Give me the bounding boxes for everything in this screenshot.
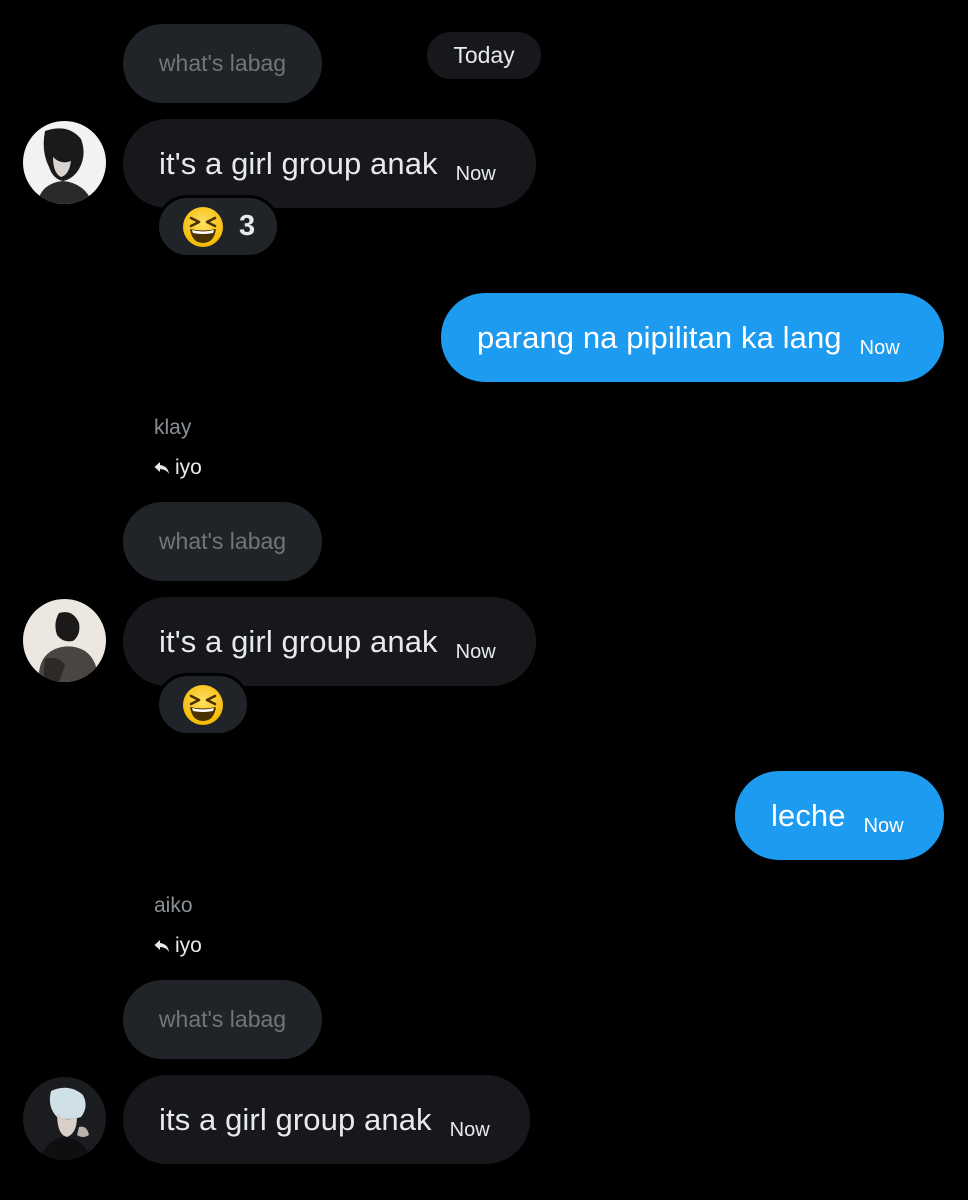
quoted-message-preview[interactable]: what's labag xyxy=(123,24,322,103)
message-text: it's a girl group anak xyxy=(159,145,438,181)
message-bubble-outgoing[interactable]: leche Now xyxy=(735,771,944,860)
message-text: it's a girl group anak xyxy=(159,623,438,659)
message-text: its a girl group anak xyxy=(159,1101,432,1137)
laughing-emoji-icon xyxy=(183,684,223,725)
quoted-message-preview[interactable]: what's labag xyxy=(123,502,322,581)
quoted-message-text: what's labag xyxy=(158,1006,287,1032)
date-separator: Today xyxy=(427,32,541,79)
reaction-pill[interactable] xyxy=(156,673,250,736)
message-text: parang na pipilitan ka lang xyxy=(477,319,842,355)
message-bubble-outgoing[interactable]: parang na pipilitan ka lang Now xyxy=(441,293,944,382)
message-timestamp: Now xyxy=(859,337,900,359)
laughing-emoji-icon xyxy=(183,206,223,247)
message-timestamp: Now xyxy=(455,163,496,185)
message-bubble[interactable]: its a girl group anak Now xyxy=(123,1075,530,1164)
reaction-pill[interactable]: 3 xyxy=(156,195,280,258)
message-timestamp: Now xyxy=(863,815,904,837)
reply-indicator: iyo xyxy=(154,456,202,480)
avatar[interactable] xyxy=(23,1077,106,1160)
sender-name: aiko xyxy=(154,894,193,917)
reply-to-label: iyo xyxy=(175,934,202,957)
quoted-message-preview[interactable]: what's labag xyxy=(123,980,322,1059)
quoted-message-text: what's labag xyxy=(158,50,287,76)
avatar[interactable] xyxy=(23,599,106,682)
date-separator-label: Today xyxy=(453,42,515,68)
reply-arrow-icon xyxy=(154,940,169,952)
sender-name: klay xyxy=(154,416,192,439)
message-timestamp: Now xyxy=(449,1119,490,1141)
reaction-count: 3 xyxy=(239,210,256,242)
avatar[interactable] xyxy=(23,121,106,204)
reply-to-label: iyo xyxy=(175,456,202,479)
reply-arrow-icon xyxy=(154,462,169,474)
avatar-image xyxy=(23,121,106,204)
message-text: leche xyxy=(771,797,846,833)
message-timestamp: Now xyxy=(455,641,496,663)
quoted-message-text: what's labag xyxy=(158,528,287,554)
reply-indicator: iyo xyxy=(154,934,202,958)
avatar-image xyxy=(23,599,106,682)
avatar-image xyxy=(23,1077,106,1160)
